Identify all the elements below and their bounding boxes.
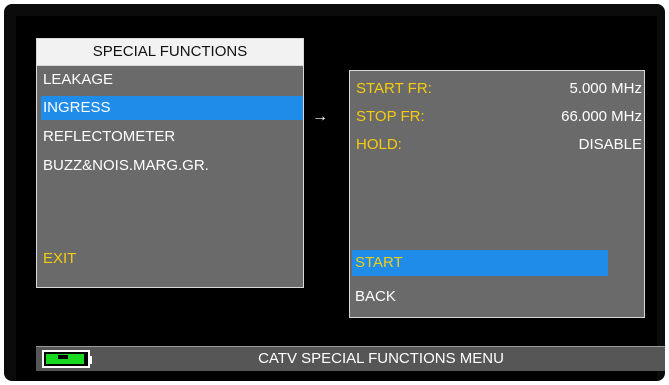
battery-icon [42, 350, 92, 368]
menu-item-ingress[interactable]: INGRESS [41, 96, 303, 120]
menu-item-exit[interactable]: EXIT [41, 247, 303, 271]
device-screen: SPECIAL FUNCTIONS LEAKAGE INGRESS REFLEC… [16, 16, 665, 381]
arrow-right-icon: → [312, 108, 328, 125]
menu-title: SPECIAL FUNCTIONS [37, 39, 303, 66]
setting-value: 66.000 MHz [561, 108, 642, 125]
back-button[interactable]: BACK [352, 284, 608, 310]
setting-label: START FR: [356, 80, 432, 97]
setting-row-start-freq[interactable]: START FR: 5.000 MHz [354, 77, 642, 101]
setting-value: DISABLE [578, 136, 642, 153]
status-title: CATV SPECIAL FUNCTIONS MENU [258, 350, 504, 367]
setting-row-hold[interactable]: HOLD: DISABLE [354, 133, 642, 157]
menu-item-leakage[interactable]: LEAKAGE [41, 68, 303, 92]
setting-value: 5.000 MHz [569, 80, 642, 97]
setting-label: STOP FR: [356, 108, 425, 125]
special-functions-menu: SPECIAL FUNCTIONS LEAKAGE INGRESS REFLEC… [36, 38, 304, 288]
menu-item-buzz-noise[interactable]: BUZZ&NOIS.MARG.GR. [41, 154, 303, 178]
setting-label: HOLD: [356, 136, 402, 153]
settings-panel: START FR: 5.000 MHz STOP FR: 66.000 MHz … [349, 70, 645, 318]
setting-row-stop-freq[interactable]: STOP FR: 66.000 MHz [354, 105, 642, 129]
status-bar: CATV SPECIAL FUNCTIONS MENU [36, 346, 665, 371]
menu-item-reflectometer[interactable]: REFLECTOMETER [41, 125, 303, 149]
device-frame: SPECIAL FUNCTIONS LEAKAGE INGRESS REFLEC… [4, 4, 665, 381]
start-button[interactable]: START [352, 250, 608, 276]
